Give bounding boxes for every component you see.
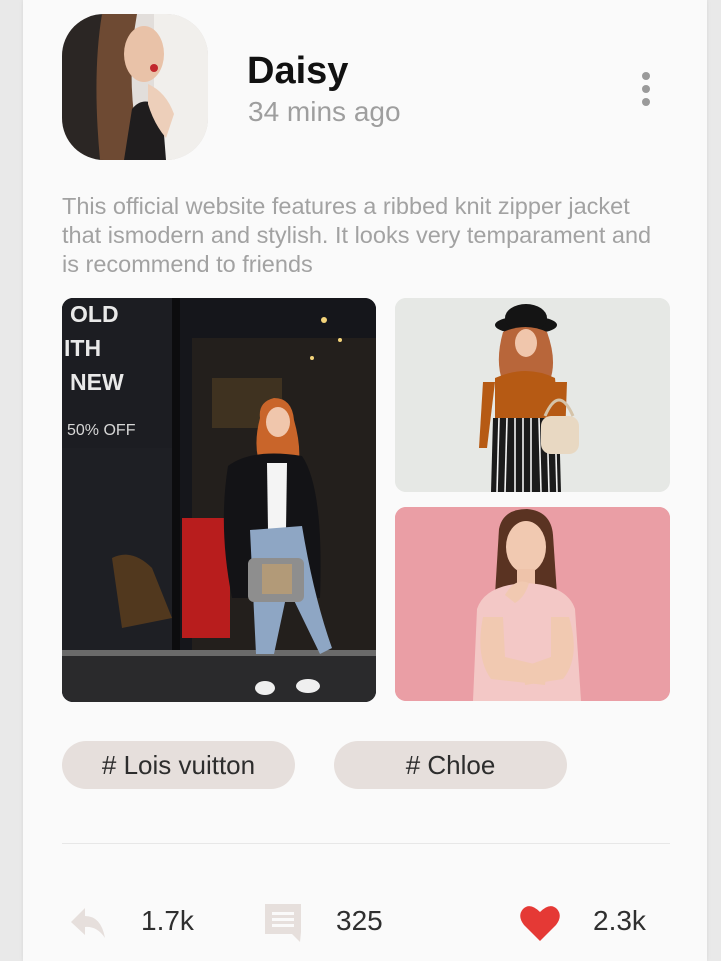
divider (62, 843, 670, 844)
post-photo-storefront[interactable]: OLD ITH NEW 50% OFF (62, 298, 376, 702)
heart-icon[interactable] (519, 903, 561, 943)
post-card: Daisy 34 mins ago This official website … (23, 0, 707, 961)
tag-chip[interactable]: # Chloe (334, 741, 567, 789)
storefront-sign-offer: 50% OFF (67, 422, 136, 439)
share-arrow-icon[interactable] (67, 904, 107, 940)
storefront-sign-line2: ITH (64, 335, 101, 361)
author-name[interactable]: Daisy (247, 50, 348, 93)
share-count: 1.7k (141, 905, 194, 936)
tag-chip[interactable]: # Lois vuitton (62, 741, 295, 789)
storefront-sign-line3: NEW (70, 369, 124, 395)
post-photo-pink-blouse[interactable] (395, 507, 670, 701)
storefront-sign-line1: OLD (70, 301, 119, 327)
avatar[interactable] (62, 14, 208, 160)
more-vertical-icon[interactable] (629, 68, 663, 112)
post-description: This official website features a ribbed … (62, 193, 652, 277)
comment-icon[interactable] (262, 901, 304, 943)
like-count: 2.3k (593, 905, 646, 936)
post-photo-hijab-outfit[interactable] (395, 298, 670, 492)
comment-count: 325 (336, 905, 383, 936)
post-timestamp: 34 mins ago (248, 96, 401, 127)
